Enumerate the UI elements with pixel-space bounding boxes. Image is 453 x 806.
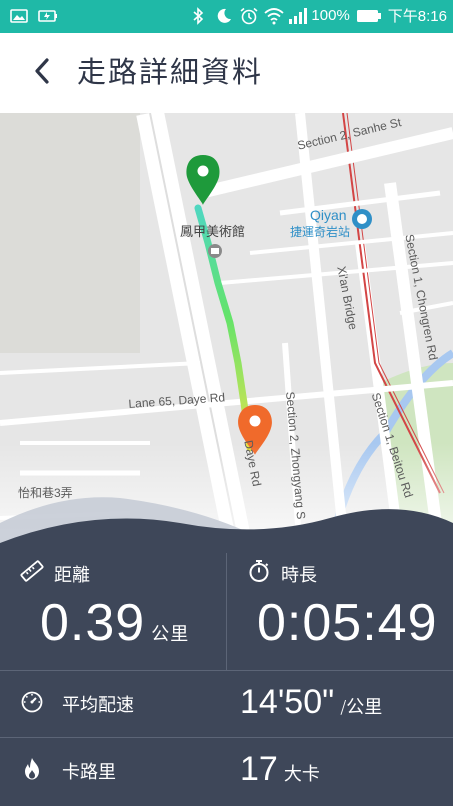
duration-label: 時長: [281, 564, 317, 586]
page-title: 走路詳細資料: [77, 55, 264, 89]
map-label-museum: 鳳甲美術館: [180, 224, 246, 239]
calories-label: 卡路里: [62, 762, 116, 783]
bluetooth-icon: [191, 6, 209, 25]
speedometer-icon: [20, 690, 44, 719]
distance-value: 0.39: [40, 594, 146, 652]
flame-icon: [20, 757, 44, 786]
distance-unit: 公里: [151, 624, 190, 644]
calories-value: 17: [240, 750, 278, 788]
battery-icon: [356, 7, 382, 25]
map-label-qiyan-station: 捷運奇岩站: [290, 225, 351, 239]
alarm-icon: [239, 7, 258, 25]
app-bar: 走路詳細資料: [0, 33, 453, 113]
duration-value: 0:05:49: [257, 594, 438, 652]
wifi-icon: [263, 7, 285, 25]
ruler-icon: [20, 559, 44, 588]
status-bar: 100% 下午8:16: [0, 0, 453, 33]
moon-icon: [215, 7, 233, 25]
walk-stats-panel: 距離 0.39 公里 時長 0:05:49 平均配速 14'50"/公里 卡路里…: [0, 553, 453, 806]
pace-unit: /公里: [340, 697, 383, 718]
image-icon: [10, 7, 28, 25]
battery-percent: 100%: [311, 7, 350, 24]
duration-stat: 時長 0:05:49: [227, 553, 453, 670]
map-label-qiyan: Qiyan: [310, 207, 347, 223]
map-label-yihe-lane: 怡和巷3弄: [18, 486, 73, 500]
route-map[interactable]: Section 2, Sanhe St 鳳甲美術館 Qiyan 捷運奇岩站 Xi…: [0, 113, 453, 553]
stopwatch-icon: [247, 559, 271, 588]
calories-unit: 大卡: [283, 764, 320, 785]
distance-stat: 距離 0.39 公里: [0, 553, 226, 670]
signal-icon: [287, 7, 308, 25]
calories-row: 卡路里 17 大卡: [0, 738, 453, 804]
chevron-left-icon: [32, 57, 52, 89]
pace-label: 平均配速: [62, 695, 134, 716]
pace-row: 平均配速 14'50"/公里: [0, 671, 453, 737]
distance-label: 距離: [54, 564, 90, 586]
pace-value: 14'50": [240, 683, 335, 721]
clock: 下午8:16: [387, 8, 447, 25]
battery-saver-icon: [38, 7, 57, 25]
back-button[interactable]: [24, 51, 60, 95]
